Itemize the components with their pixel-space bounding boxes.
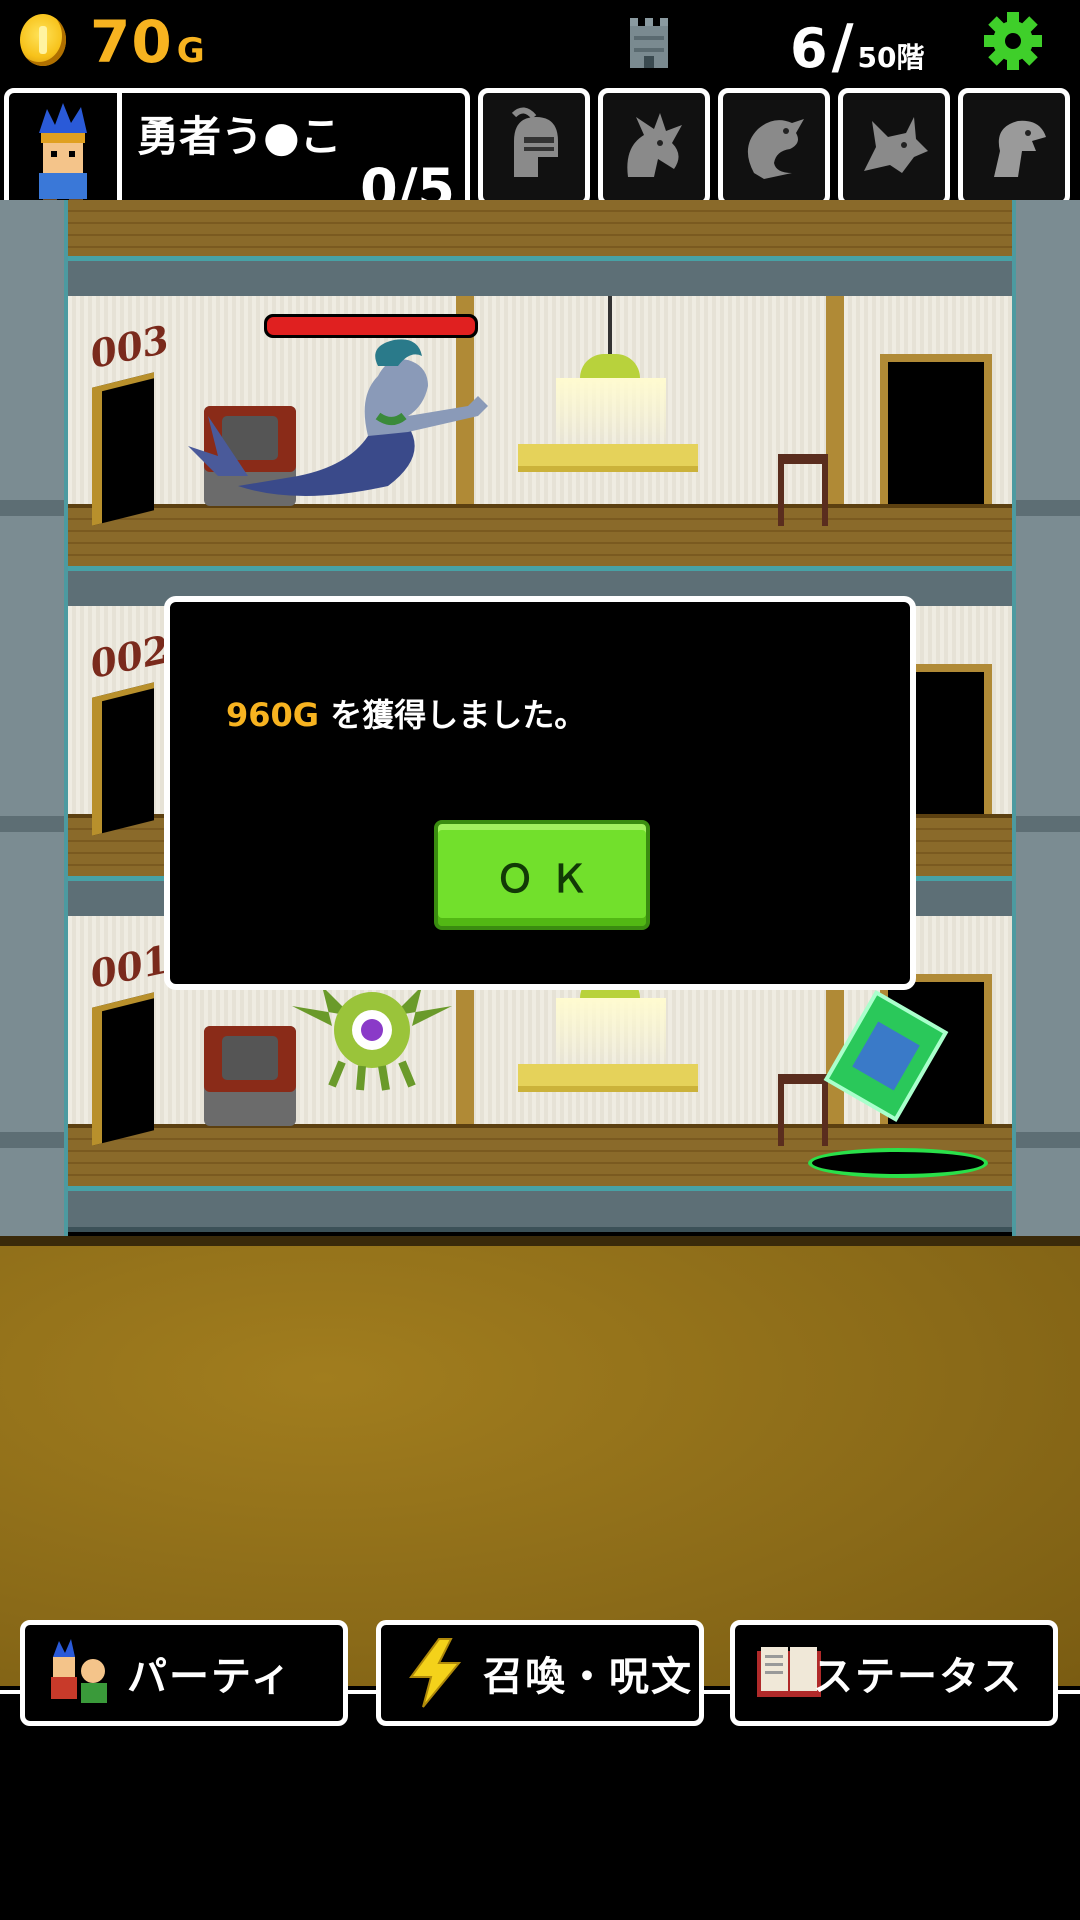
gold-coin-icon: [20, 14, 66, 66]
knight-helmet-icon: [511, 107, 558, 177]
monster-slot-dragon[interactable]: [598, 88, 710, 206]
floor-room-003[interactable]: 003: [68, 296, 1012, 566]
floor-door: [92, 992, 154, 1146]
mermaid-monster[interactable]: [178, 336, 518, 516]
party-button-label: パーティ: [127, 1654, 293, 1700]
floor-ledge: [68, 1186, 1012, 1232]
monster-slot-serpent[interactable]: [718, 88, 830, 206]
top-hud: 70 G 6/50階: [0, 0, 1080, 86]
party-icon: [51, 1639, 107, 1703]
floor-counter: 6/50階: [790, 12, 924, 82]
enemy-hp-fill: [267, 317, 475, 335]
party-button[interactable]: パーティ: [20, 1620, 348, 1726]
gold-amount: 70 G: [90, 8, 206, 76]
ok-button[interactable]: ＯＫ: [434, 820, 650, 930]
floor-separator: /: [831, 12, 854, 82]
eagle-icon: [994, 120, 1046, 177]
dialog-message: 960G を獲得しました。: [226, 690, 586, 736]
monster-slot-wolf[interactable]: [838, 88, 950, 206]
floor-current: 6: [790, 17, 828, 80]
tower-wall-right: [1012, 200, 1080, 1250]
gold-unit: G: [176, 31, 206, 71]
tower-wall-left: [0, 200, 68, 1250]
summon-spell-label: 召喚・呪文: [483, 1654, 693, 1700]
summon-portal: [808, 1148, 988, 1178]
lightning-icon: [409, 1638, 462, 1708]
floor-max: 50階: [857, 41, 925, 74]
table-prop: [518, 1064, 698, 1092]
reward-dialog: 960G を獲得しました。 ＯＫ: [164, 596, 916, 990]
monster-slot-knight[interactable]: [478, 88, 590, 206]
monster-slot-eagle[interactable]: [958, 88, 1070, 206]
enemy-hp-bar: [264, 314, 478, 338]
sea-serpent-icon: [747, 119, 804, 179]
reward-text: を獲得しました。: [319, 696, 587, 734]
floor-door: [92, 372, 154, 526]
floor-room-partial: [68, 200, 1012, 256]
summon-spell-button[interactable]: 召喚・呪文: [376, 1620, 704, 1726]
reward-amount: 960G: [226, 696, 320, 734]
gold-value: 70: [90, 8, 173, 76]
gear-icon[interactable]: [982, 10, 1044, 72]
summon-card-icon[interactable]: [816, 986, 956, 1126]
winged-eye-monster[interactable]: [282, 976, 462, 1096]
wolf-icon: [864, 117, 928, 173]
tower-icon: [630, 18, 668, 68]
hero-name: 勇者う●こ: [137, 112, 342, 161]
table-prop: [518, 444, 698, 472]
status-button-label: ステータス: [813, 1654, 1023, 1700]
ok-button-label: ＯＫ: [495, 856, 604, 901]
floor-door: [92, 682, 154, 836]
dragon-icon: [627, 113, 682, 177]
status-button[interactable]: ステータス: [730, 1620, 1058, 1726]
phone-table-prop: [778, 454, 828, 526]
